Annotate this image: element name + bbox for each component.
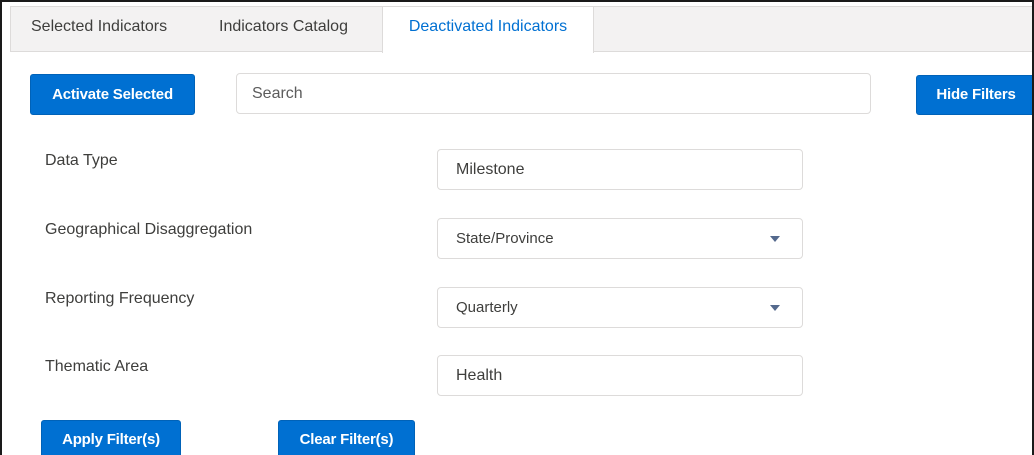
apply-filters-button[interactable]: Apply Filter(s) [41,420,181,455]
thematic-area-field[interactable]: Health [437,355,803,396]
tab-indicators-catalog[interactable]: Indicators Catalog [219,7,348,52]
reporting-frequency-label: Reporting Frequency [45,290,195,307]
indicators-panel: Selected Indicators Indicators Catalog D… [0,0,1034,455]
geo-disaggregation-value: State/Province [456,230,554,247]
search-input[interactable] [236,73,871,114]
data-type-field[interactable]: Milestone [437,149,803,190]
geo-disaggregation-select[interactable]: State/Province [437,218,803,259]
clear-filters-button[interactable]: Clear Filter(s) [278,420,415,455]
hide-filters-button[interactable]: Hide Filters [916,75,1032,115]
data-type-label: Data Type [45,152,118,169]
thematic-area-label: Thematic Area [45,358,149,375]
chevron-down-icon [770,236,780,242]
tab-bar: Selected Indicators Indicators Catalog D… [10,6,1032,53]
data-type-value: Milestone [456,161,525,178]
reporting-frequency-value: Quarterly [456,299,518,316]
tab-deactivated-indicators[interactable]: Deactivated Indicators [382,7,594,53]
activate-selected-button[interactable]: Activate Selected [30,74,195,115]
reporting-frequency-select[interactable]: Quarterly [437,287,803,328]
chevron-down-icon [770,305,780,311]
tab-selected-indicators[interactable]: Selected Indicators [31,7,167,52]
thematic-area-value: Health [456,367,503,384]
geo-disaggregation-label: Geographical Disaggregation [45,221,253,238]
